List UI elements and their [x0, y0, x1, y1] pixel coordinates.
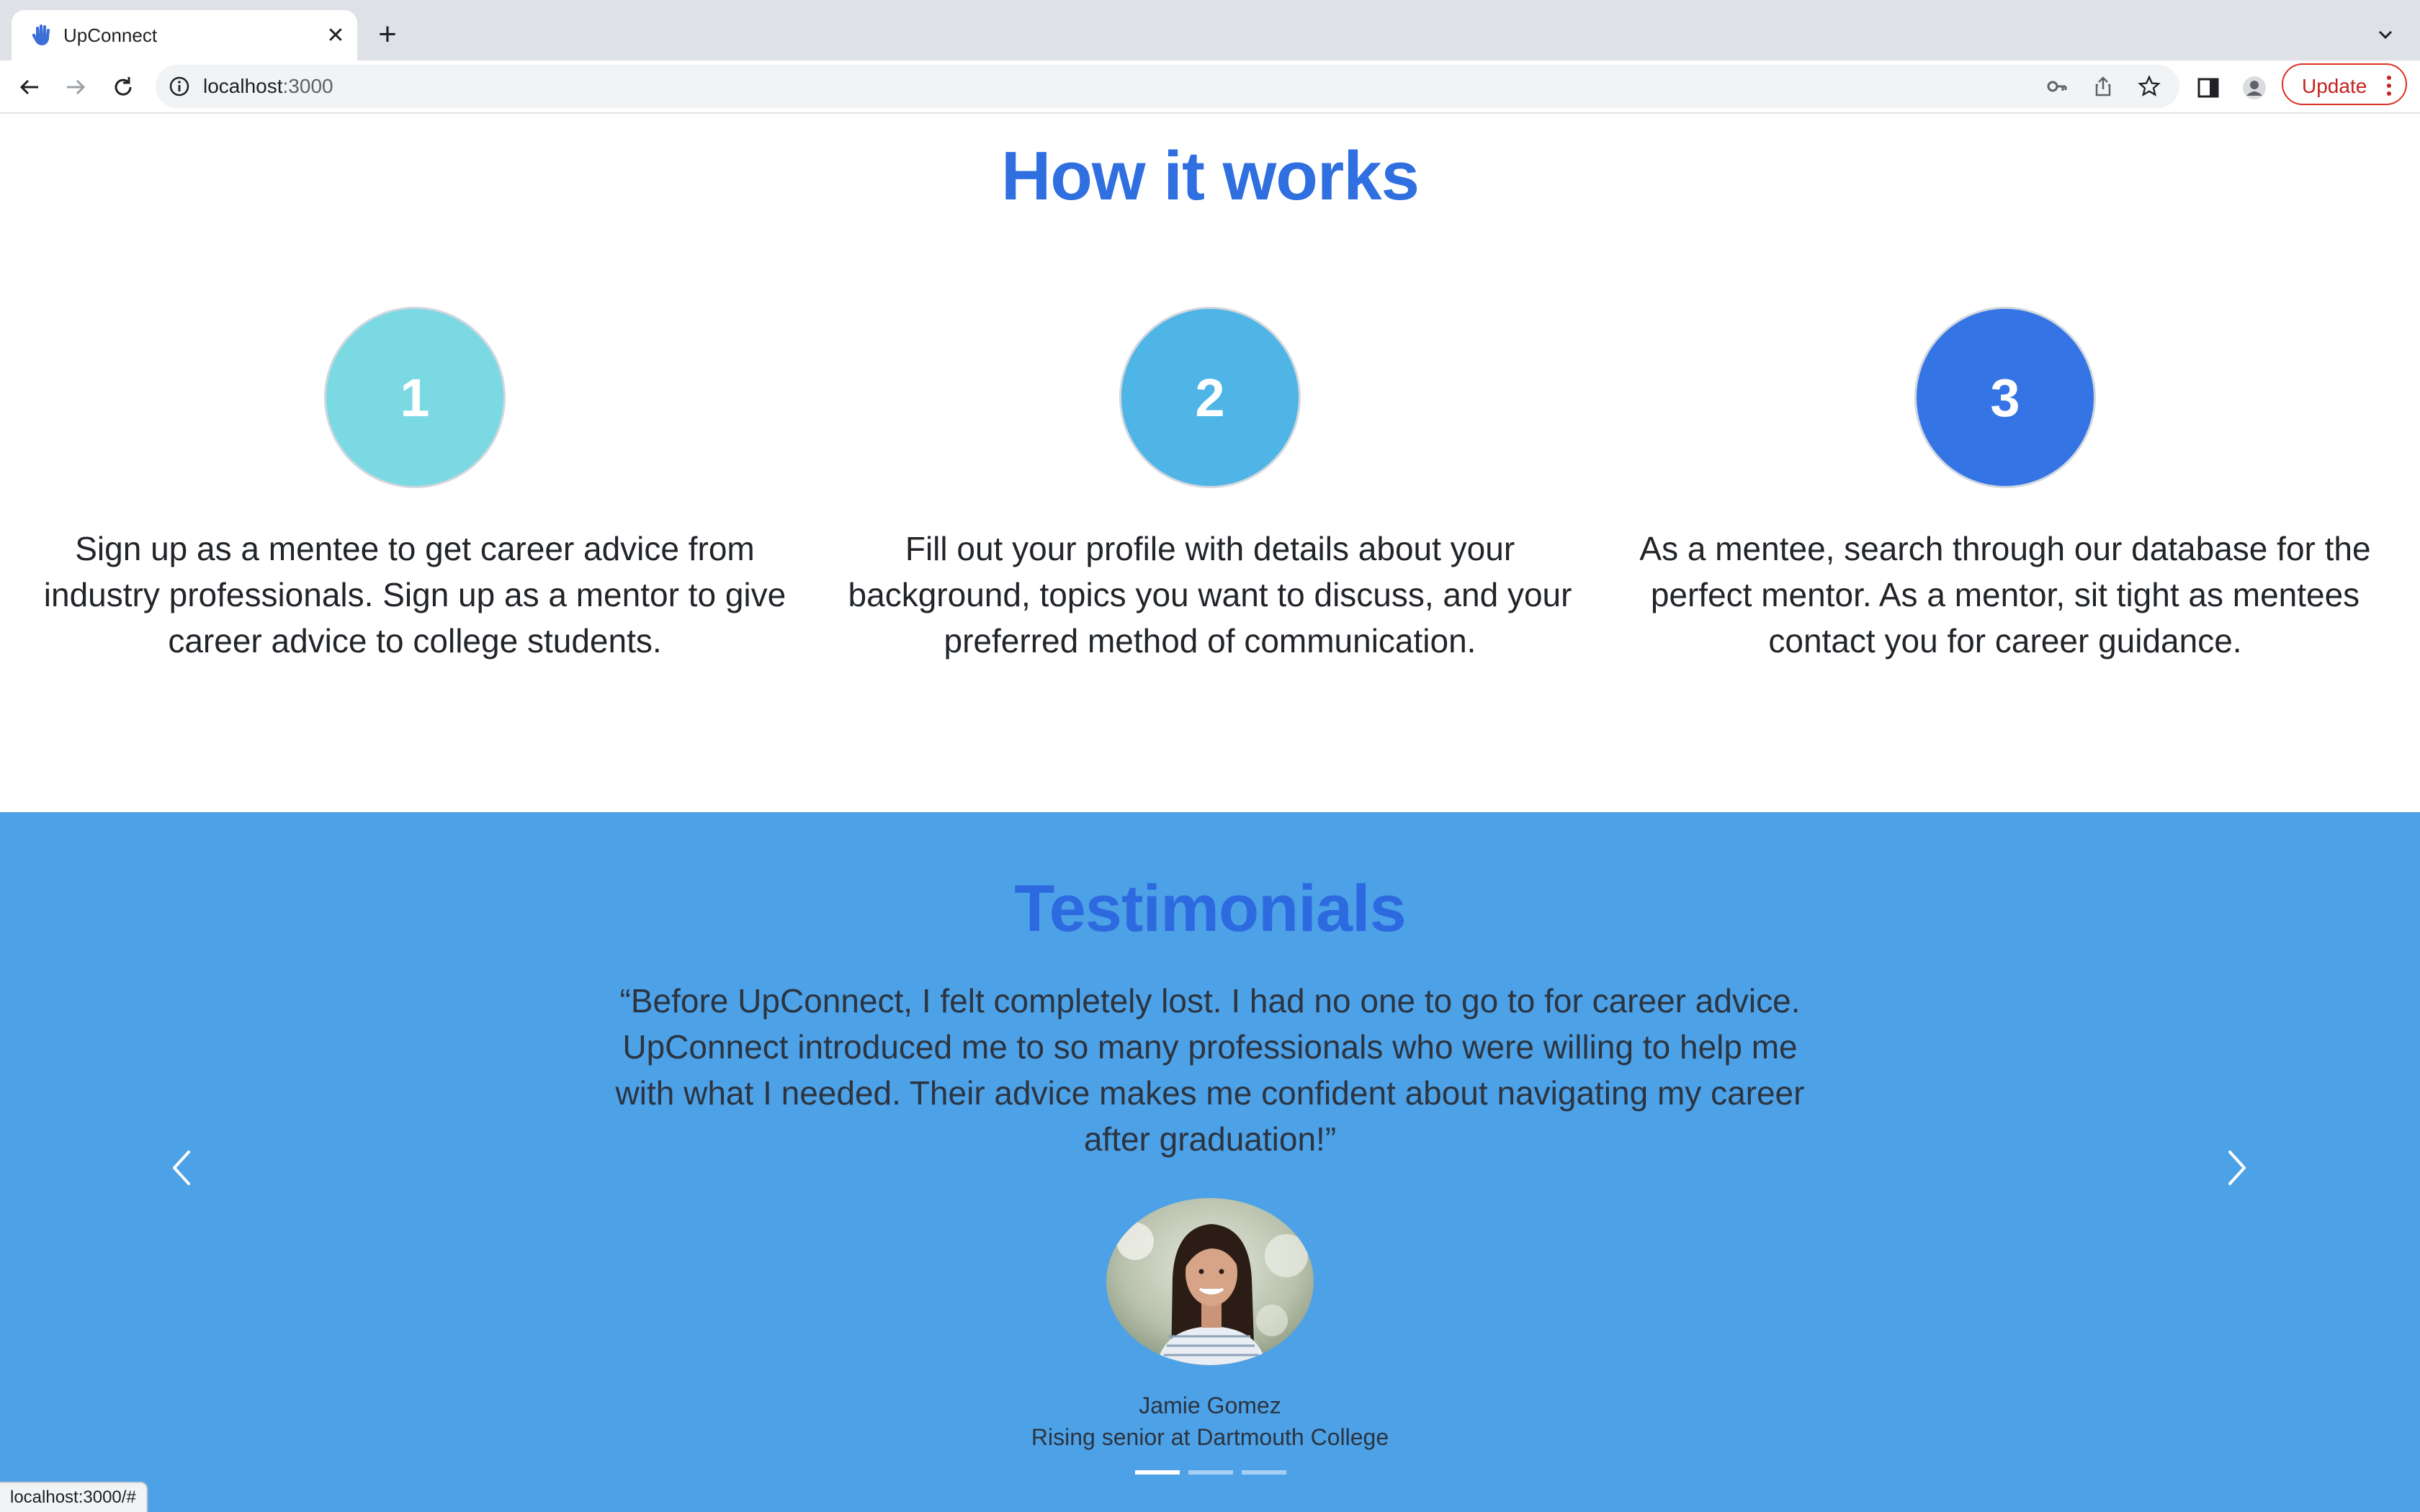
step-1-circle: 1: [324, 307, 506, 488]
testimonial-name: Jamie Gomez: [1139, 1392, 1281, 1418]
step-3-circle: 3: [1914, 307, 2096, 488]
testimonial-role: Rising senior at Dartmouth College: [1031, 1424, 1389, 1450]
status-bar-url: localhost:3000/#: [0, 1482, 148, 1512]
carousel-indicator-3[interactable]: [1242, 1470, 1286, 1475]
address-bar[interactable]: localhost:3000: [156, 65, 2179, 108]
carousel-next-icon[interactable]: [2217, 1139, 2257, 1197]
profile-avatar-icon[interactable]: [2241, 75, 2267, 101]
hand-logo-icon: [32, 24, 50, 45]
browser-tab[interactable]: UpConnect ✕: [12, 10, 357, 60]
back-arrow-icon[interactable]: [14, 72, 45, 102]
forward-arrow-icon[interactable]: [60, 72, 91, 102]
tab-title: UpConnect: [63, 24, 158, 46]
more-options-icon[interactable]: [2385, 74, 2393, 97]
tab-strip: UpConnect ✕ +: [0, 0, 2420, 60]
carousel-indicator-1[interactable]: [1135, 1470, 1180, 1475]
update-button[interactable]: Update: [2282, 63, 2407, 105]
carousel-indicator-2[interactable]: [1188, 1470, 1233, 1475]
bookmark-star-icon[interactable]: [2138, 75, 2161, 98]
testimonial-quote: “Before UpConnect, I felt completely los…: [615, 982, 1805, 1158]
testimonials-section: Testimonials “Before UpConnect, I felt c…: [0, 812, 2420, 1512]
share-icon[interactable]: [2092, 75, 2115, 98]
carousel-prev-icon[interactable]: [161, 1139, 202, 1197]
browser-toolbar: localhost:3000: [0, 60, 2420, 114]
step-1-description: Sign up as a mentee to get career advice…: [43, 530, 786, 660]
new-tab-icon[interactable]: +: [373, 19, 402, 50]
step-2-description: Fill out your profile with details about…: [848, 530, 1572, 660]
chevron-down-icon[interactable]: [2372, 22, 2398, 48]
how-it-works-title: How it works: [1000, 138, 1420, 215]
info-icon[interactable]: [169, 76, 190, 97]
step-3-description: As a mentee, search through our database…: [1639, 530, 2371, 660]
carousel-indicators: [1135, 1470, 1286, 1476]
reload-icon[interactable]: [108, 72, 138, 102]
url-text: localhost:3000: [203, 75, 333, 97]
step-2-circle: 2: [1119, 307, 1301, 488]
testimonial-avatar: [1106, 1198, 1314, 1365]
key-icon[interactable]: [2045, 75, 2069, 98]
side-panel-icon[interactable]: [2195, 75, 2221, 101]
close-tab-icon[interactable]: ✕: [323, 22, 349, 48]
testimonials-title: Testimonials: [1014, 872, 1407, 945]
